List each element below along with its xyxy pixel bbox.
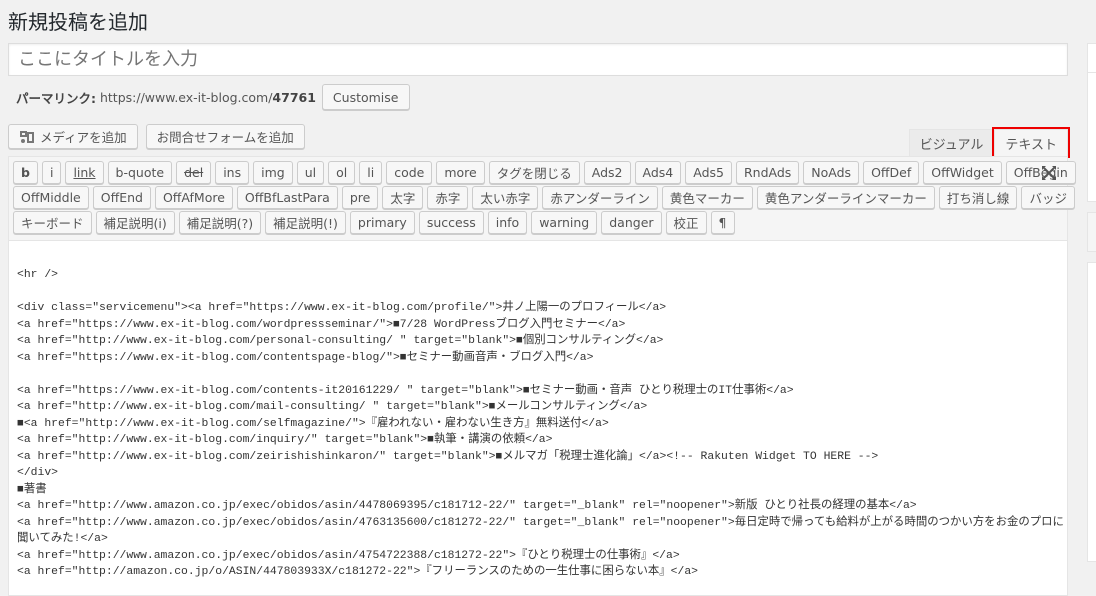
sidebar-box bbox=[1087, 72, 1096, 202]
content-line bbox=[17, 366, 1067, 383]
sidebar-box-footer bbox=[1087, 212, 1096, 252]
qt-button[interactable]: 黄色アンダーラインマーカー bbox=[756, 186, 935, 209]
qt-button-OffMiddle[interactable]: OffMiddle bbox=[13, 186, 89, 209]
qt-button-i[interactable]: i bbox=[41, 161, 62, 184]
content-line: <a href="http://www.amazon.co.jp/exec/ob… bbox=[17, 500, 917, 512]
content-line: <a href="https://www.ex-it-blog.com/cont… bbox=[17, 384, 794, 397]
qt-button[interactable]: タグを閉じる bbox=[488, 161, 580, 184]
qt-button-Ads5[interactable]: Ads5 bbox=[685, 161, 732, 184]
tab-text[interactable]: テキスト bbox=[992, 127, 1070, 158]
qt-button[interactable]: ¶ bbox=[710, 211, 735, 234]
content-line bbox=[17, 284, 1067, 301]
qt-button-li[interactable]: li bbox=[359, 161, 383, 184]
permalink-label: パーマリンク: bbox=[16, 90, 96, 106]
qt-button-RndAds[interactable]: RndAds bbox=[735, 161, 800, 184]
qt-button-primary[interactable]: primary bbox=[349, 211, 415, 234]
text-editor: b i link b-quote del ins img ul ol li code more タグを閉… bbox=[8, 156, 1076, 596]
qt-button-NoAds[interactable]: NoAds bbox=[803, 161, 860, 184]
qt-button-i[interactable]: 補足説明(i) bbox=[95, 211, 175, 234]
qt-button-ol[interactable]: ol bbox=[328, 161, 356, 184]
content-line: <a href="https://www.ex-it-blog.com/word… bbox=[17, 318, 626, 331]
content-line: <a href="http://www.ex-it-blog.com/inqui… bbox=[17, 434, 553, 446]
qt-button-ul[interactable]: ul bbox=[296, 161, 325, 184]
content-line: <a href="http://www.ex-it-blog.com/mail-… bbox=[17, 401, 648, 413]
content-line: <hr /> bbox=[17, 269, 59, 281]
qt-button[interactable]: バッジ bbox=[1021, 186, 1075, 209]
sidebar-box bbox=[1087, 262, 1096, 562]
content-line: <a href="https://www.ex-it-blog.com/cont… bbox=[17, 351, 594, 364]
qt-button-bquote[interactable]: b-quote bbox=[107, 161, 173, 184]
qt-button-b[interactable]: b bbox=[13, 161, 38, 184]
qt-button[interactable]: 太い赤字 bbox=[472, 186, 539, 209]
qt-button-OffWidget[interactable]: OffWidget bbox=[923, 161, 1002, 184]
qt-button-img[interactable]: img bbox=[253, 161, 293, 184]
sidebar bbox=[1087, 43, 1096, 572]
qt-button-success[interactable]: success bbox=[418, 211, 484, 234]
qt-button-danger[interactable]: danger bbox=[601, 211, 662, 234]
media-icon bbox=[20, 130, 34, 143]
qt-button-del[interactable]: del bbox=[176, 161, 212, 184]
page-title: 新規投稿を追加 bbox=[8, 10, 148, 34]
qt-button-OffDef[interactable]: OffDef bbox=[863, 161, 920, 184]
qt-button-info[interactable]: info bbox=[487, 211, 528, 234]
qt-button-Ads4[interactable]: Ads4 bbox=[634, 161, 682, 184]
add-media-button[interactable]: メディアを追加 bbox=[8, 124, 138, 149]
qt-button-pre[interactable]: pre bbox=[341, 186, 379, 209]
content-line: <a href="http://www.amazon.co.jp/exec/ob… bbox=[17, 549, 680, 562]
qt-button[interactable]: 太字 bbox=[382, 186, 424, 209]
tab-visual[interactable]: ビジュアル bbox=[908, 129, 995, 156]
qt-button-warning[interactable]: warning bbox=[531, 211, 598, 234]
customise-button[interactable]: Customise bbox=[321, 84, 410, 110]
content-line: <a href="http://www.ex-it-blog.com/perso… bbox=[17, 335, 664, 347]
expand-icon[interactable] bbox=[1041, 165, 1057, 181]
content-textarea[interactable]: <hr /> <div class="servicemenu"><a href="… bbox=[9, 241, 1067, 581]
quicktags-toolbar: b i link b-quote del ins img ul ol li code more タグを閉… bbox=[9, 157, 1076, 241]
qt-button[interactable]: 補足説明(?) bbox=[178, 211, 262, 234]
qt-button[interactable]: 校正 bbox=[665, 211, 707, 234]
content-line: 聞いてみた!</a> bbox=[17, 533, 108, 545]
qt-button-OffBfLastPara[interactable]: OffBfLastPara bbox=[236, 186, 338, 209]
content-line: </div> bbox=[17, 467, 59, 479]
content-line: <a href="http://www.amazon.co.jp/exec/ob… bbox=[17, 516, 1064, 529]
qt-button-link[interactable]: link bbox=[65, 161, 104, 184]
qt-button-OffEnd[interactable]: OffEnd bbox=[92, 186, 151, 209]
permalink-url[interactable]: https://www.ex-it-blog.com/47761 bbox=[100, 90, 316, 105]
qt-button-code[interactable]: code bbox=[386, 161, 433, 184]
qt-button[interactable]: 打ち消し線 bbox=[938, 186, 1018, 209]
content-line: <div class="servicemenu"><a href="https:… bbox=[17, 302, 667, 314]
qt-button[interactable]: 赤字 bbox=[427, 186, 469, 209]
content-line: <a href="http://www.ex-it-blog.com/zeiri… bbox=[17, 450, 879, 463]
sidebar-box-header bbox=[1087, 43, 1096, 73]
add-contact-form-button[interactable]: お問合せフォームを追加 bbox=[145, 124, 305, 149]
content-line: ■<a href="http://www.ex-it-blog.com/self… bbox=[17, 417, 609, 430]
permalink: パーマリンク: https://www.ex-it-blog.com/47761… bbox=[16, 84, 410, 110]
qt-button[interactable]: 黄色マーカー bbox=[661, 186, 753, 209]
qt-button-more[interactable]: more bbox=[436, 161, 485, 184]
qt-button-Ads2[interactable]: Ads2 bbox=[583, 161, 631, 184]
qt-button-OffAfMore[interactable]: OffAfMore bbox=[154, 186, 233, 209]
content-line: ■著書 bbox=[17, 483, 47, 496]
qt-button[interactable]: 補足説明(!) bbox=[265, 211, 346, 234]
qt-button[interactable]: キーボード bbox=[13, 211, 92, 234]
post-title-input[interactable] bbox=[8, 43, 1068, 76]
content-line: <a href="http://amazon.co.jp/o/ASIN/4478… bbox=[17, 566, 699, 578]
qt-button[interactable]: 赤アンダーライン bbox=[542, 186, 658, 209]
qt-button-ins[interactable]: ins bbox=[215, 161, 250, 184]
